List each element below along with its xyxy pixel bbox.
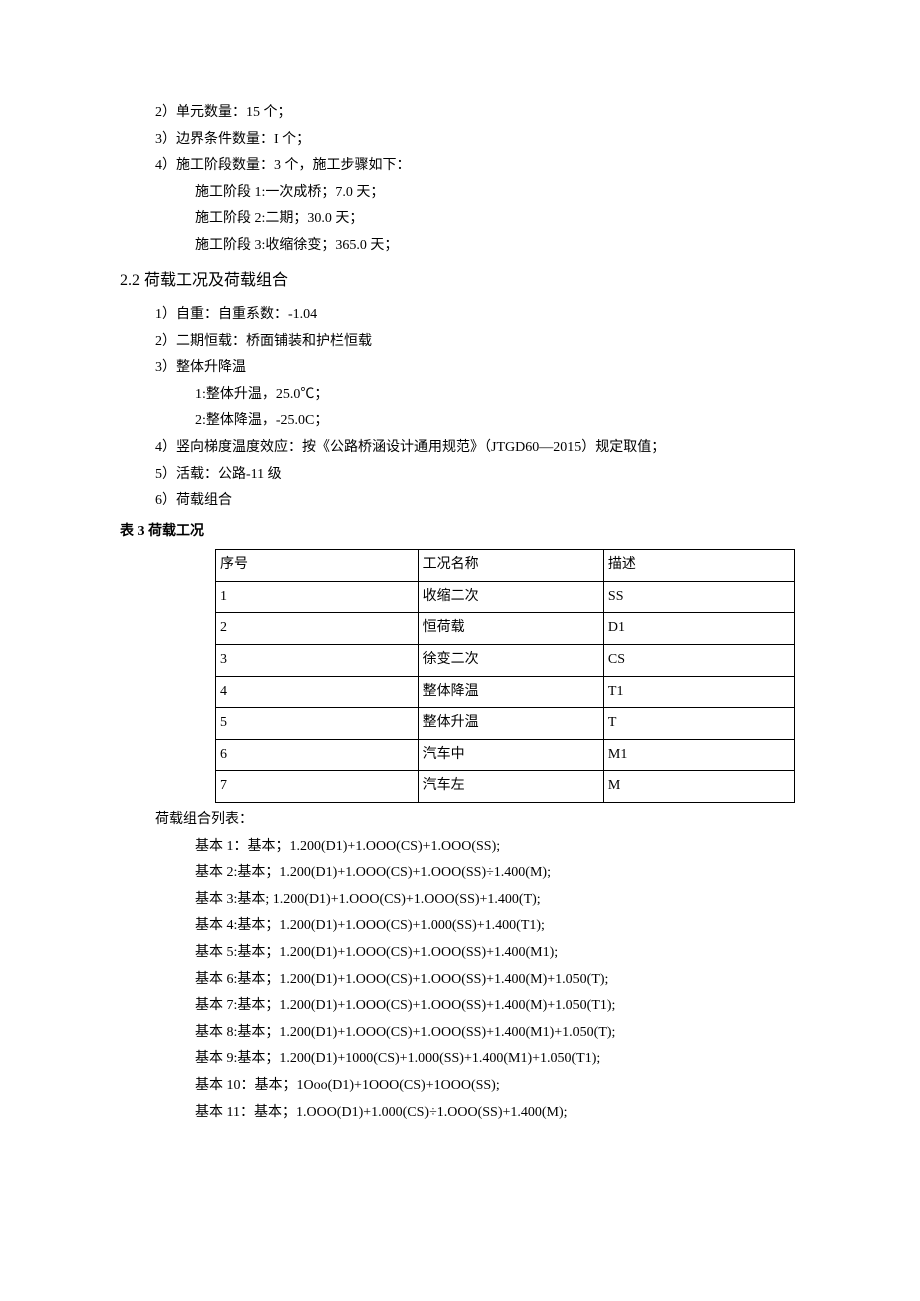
table-row: 5整体升温T (216, 708, 795, 740)
load-combination: 6）荷载组合 (155, 488, 800, 515)
combo-2: 基本 2:基本；1.200(D1)+1.OOO(CS)+1.OOO(SS)÷1.… (195, 860, 800, 887)
table-row: 6汽车中M1 (216, 739, 795, 771)
section-2-2-heading: 2.2 荷载工况及荷载组合 (120, 266, 800, 296)
cell: 4 (216, 676, 419, 708)
cell: M1 (603, 739, 794, 771)
table-header-row: 序号 工况名称 描述 (216, 550, 795, 582)
table-row: 2恒荷载D1 (216, 613, 795, 645)
construction-stage-1: 施工阶段 1:一次成桥；7.0 天； (195, 180, 800, 207)
col-header-desc: 描述 (603, 550, 794, 582)
construction-stage-count: 4）施工阶段数量：3 个，施工步骤如下： (155, 153, 800, 180)
col-header-index: 序号 (216, 550, 419, 582)
load-live: 5）活载：公路-11 级 (155, 462, 800, 489)
unit-count: 2）单元数量：15 个； (155, 100, 800, 127)
table-row: 4整体降温T1 (216, 676, 795, 708)
table-row: 1收缩二次SS (216, 581, 795, 613)
cell: 1 (216, 581, 419, 613)
table-row: 7汽车左M (216, 771, 795, 803)
table-row: 3徐变二次CS (216, 645, 795, 677)
combo-10: 基本 10：基本；1Ooo(D1)+1OOO(CS)+1OOO(SS); (195, 1073, 800, 1100)
load-temperature: 3）整体升降温 (155, 355, 800, 382)
cell: 整体升温 (418, 708, 603, 740)
combo-7: 基本 7:基本；1.200(D1)+1.OOO(CS)+1.OOO(SS)+1.… (195, 993, 800, 1020)
load-case-table: 序号 工况名称 描述 1收缩二次SS 2恒荷载D1 3徐变二次CS 4整体降温T… (215, 549, 795, 803)
cell: 恒荷载 (418, 613, 603, 645)
boundary-count: 3）边界条件数量：I 个； (155, 127, 800, 154)
cell: 7 (216, 771, 419, 803)
combo-4: 基本 4:基本；1.200(D1)+1.OOO(CS)+1.000(SS)+1.… (195, 913, 800, 940)
cell: T1 (603, 676, 794, 708)
cell: 3 (216, 645, 419, 677)
combo-1: 基本 1：基本；1.200(D1)+1.OOO(CS)+1.OOO(SS); (195, 834, 800, 861)
load-temperature-rise: 1:整体升温，25.0℃； (195, 382, 800, 409)
cell: 汽车左 (418, 771, 603, 803)
cell: 2 (216, 613, 419, 645)
load-self-weight: 1）自重：自重系数：-1.04 (155, 302, 800, 329)
construction-stage-3: 施工阶段 3:收缩徐变；365.0 天； (195, 233, 800, 260)
combo-9: 基本 9:基本；1.200(D1)+1000(CS)+1.000(SS)+1.4… (195, 1046, 800, 1073)
cell: D1 (603, 613, 794, 645)
cell: 6 (216, 739, 419, 771)
combo-6: 基本 6:基本；1.200(D1)+1.OOO(CS)+1.OOO(SS)+1.… (195, 967, 800, 994)
cell: CS (603, 645, 794, 677)
combo-list-label: 荷载组合列表： (155, 807, 800, 834)
load-temperature-drop: 2:整体降温，-25.0C； (195, 408, 800, 435)
construction-stage-2: 施工阶段 2:二期；30.0 天； (195, 206, 800, 233)
load-gradient-temp: 4）竖向梯度温度效应：按《公路桥涵设计通用规范》（JTGD60—2015）规定取… (155, 435, 800, 462)
cell: 徐变二次 (418, 645, 603, 677)
combo-11: 基本 11：基本；1.OOO(D1)+1.000(CS)÷1.OOO(SS)+1… (195, 1100, 800, 1127)
combo-8: 基本 8:基本；1.200(D1)+1.OOO(CS)+1.OOO(SS)+1.… (195, 1020, 800, 1047)
cell: M (603, 771, 794, 803)
combo-3: 基本 3:基本; 1.200(D1)+1.OOO(CS)+1.OOO(SS)+1… (195, 887, 800, 914)
col-header-name: 工况名称 (418, 550, 603, 582)
table-3-title: 表 3 荷载工况 (120, 519, 800, 546)
combo-5: 基本 5:基本；1.200(D1)+1.OOO(CS)+1.OOO(SS)+1.… (195, 940, 800, 967)
cell: SS (603, 581, 794, 613)
cell: 汽车中 (418, 739, 603, 771)
cell: 收缩二次 (418, 581, 603, 613)
cell: 整体降温 (418, 676, 603, 708)
cell: T (603, 708, 794, 740)
cell: 5 (216, 708, 419, 740)
load-secondary-dead: 2）二期恒载：桥面铺装和护栏恒载 (155, 329, 800, 356)
